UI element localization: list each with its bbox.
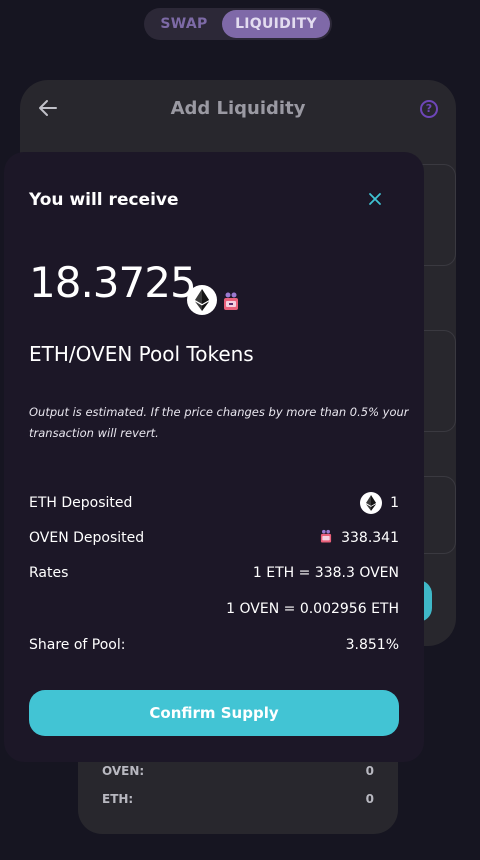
- oven-position-row: OVEN: 0: [102, 764, 374, 778]
- modal-heading: You will receive: [29, 190, 179, 210]
- confirm-supply-modal: You will receive 18.3725 ETH/OVEN Pool T…: [4, 152, 424, 762]
- share-of-pool-label: Share of Pool:: [29, 637, 126, 653]
- pool-token-amount: 18.3725: [29, 258, 197, 307]
- swap-liquidity-toggle: SWAP LIQUIDITY: [144, 8, 332, 40]
- rates-row: Rates 1 ETH = 338.3 OVEN: [29, 565, 399, 581]
- eth-logo-icon: [360, 492, 383, 514]
- eth-deposited-label: ETH Deposited: [29, 495, 133, 511]
- rate-oven-eth: 1 OVEN = 0.002956 ETH: [226, 601, 399, 617]
- oven-deposited-row: OVEN Deposited 338.341: [29, 528, 399, 548]
- pool-token-name: ETH/OVEN Pool Tokens: [29, 342, 254, 366]
- oven-logo-icon: [222, 290, 240, 312]
- oven-logo-icon: [319, 528, 333, 548]
- share-of-pool-row: Share of Pool: 3.851%: [29, 637, 399, 653]
- eth-deposited-row: ETH Deposited 1: [29, 492, 399, 514]
- oven-deposited-value: 338.341: [341, 530, 399, 546]
- oven-position-label: OVEN:: [102, 764, 145, 778]
- oven-deposited-label: OVEN Deposited: [29, 530, 145, 546]
- share-of-pool-value: 3.851%: [345, 637, 399, 653]
- estimate-note: Output is estimated. If the price change…: [29, 405, 409, 440]
- eth-deposited-value: 1: [390, 495, 399, 511]
- card-title: Add Liquidity: [170, 98, 306, 119]
- oven-position-value: 0: [365, 764, 374, 778]
- close-icon[interactable]: [366, 190, 384, 208]
- eth-logo-icon: [187, 285, 217, 315]
- eth-position-row: ETH: 0: [102, 792, 374, 806]
- eth-position-value: 0: [365, 792, 374, 806]
- liquidity-tab[interactable]: LIQUIDITY: [222, 10, 330, 38]
- rates-row-2: 1 OVEN = 0.002956 ETH: [29, 601, 399, 617]
- help-icon[interactable]: ?: [420, 100, 438, 118]
- swap-tab[interactable]: SWAP: [146, 10, 222, 38]
- rate-eth-oven: 1 ETH = 338.3 OVEN: [252, 565, 399, 581]
- confirm-supply-button[interactable]: Confirm Supply: [29, 690, 399, 736]
- eth-position-label: ETH:: [102, 792, 134, 806]
- rates-label: Rates: [29, 565, 69, 581]
